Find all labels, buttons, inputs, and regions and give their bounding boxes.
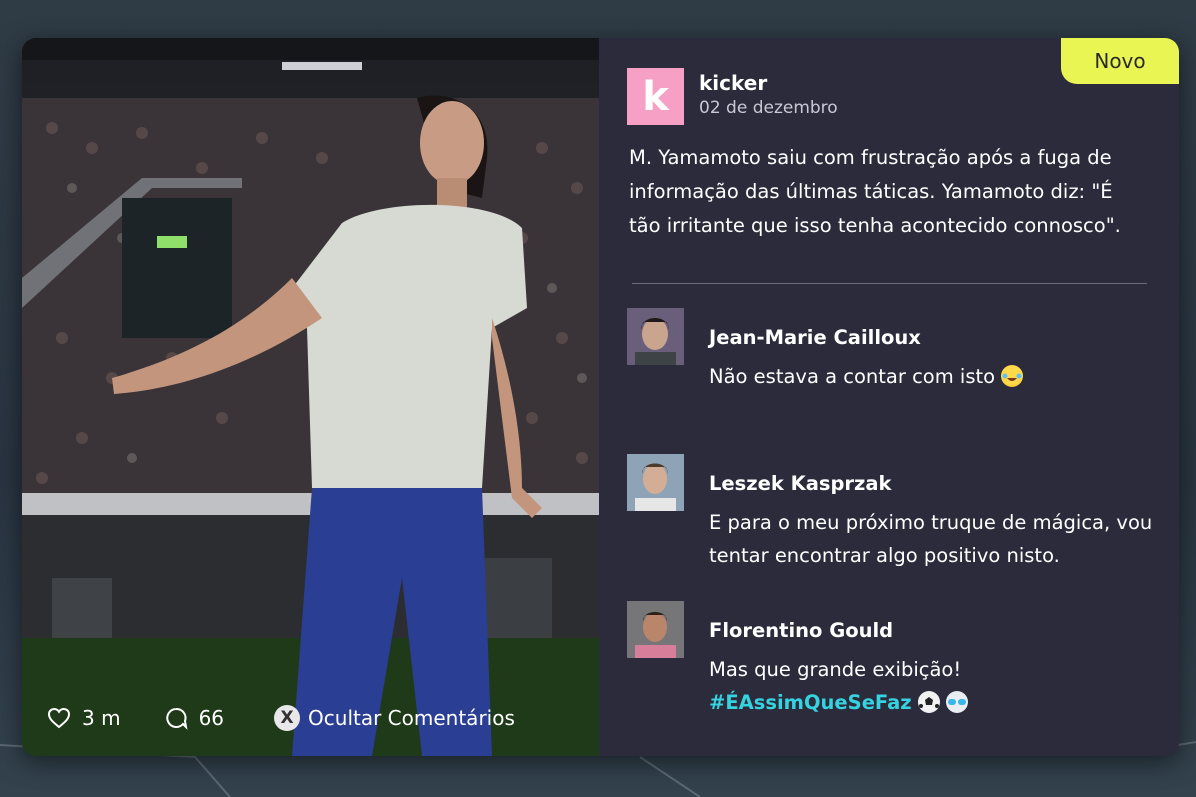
divider: [632, 283, 1147, 284]
goggles-emoji: [946, 691, 969, 713]
comments-button[interactable]: 66: [163, 706, 224, 730]
comment-body: Mas que grande exibição!: [709, 658, 962, 681]
comment-bubble-icon: [165, 708, 188, 730]
kicker-logo: k: [627, 68, 684, 125]
post-panel: Novo k kicker 02 de dezembro M. Yamamoto…: [599, 38, 1179, 756]
avatar: [627, 601, 684, 658]
avatar: [627, 454, 684, 511]
post-card: Novo k kicker 02 de dezembro M. Yamamoto…: [22, 38, 1179, 756]
x-button-icon: X: [274, 705, 301, 731]
avatar: [627, 308, 684, 365]
hashtag-link[interactable]: #ÉAssimQueSeFaz: [709, 691, 912, 714]
hide-comments-label: Ocultar Comentários: [308, 706, 515, 730]
soccer-ball-emoji: [917, 691, 940, 713]
new-badge: Novo: [1061, 38, 1179, 84]
post-date: 02 de dezembro: [699, 98, 838, 118]
comment-author: Florentino Gould: [709, 619, 894, 642]
laughing-tears-emoji: [1001, 365, 1024, 387]
likes-count: 3 m: [82, 706, 121, 730]
hide-comments-button[interactable]: X Ocultar Comentários: [274, 705, 515, 731]
comments-count: 66: [198, 706, 225, 730]
logo-letter: k: [642, 73, 669, 120]
like-button[interactable]: 3 m: [46, 706, 121, 730]
comment-body: Não estava a contar com isto: [709, 365, 996, 388]
post-footer: 3 m 66 X Ocultar Comentários: [46, 703, 557, 733]
comment-author: Leszek Kasprzak: [709, 472, 892, 495]
post-photo: [22, 38, 599, 756]
comment-text: Não estava a contar com isto: [709, 360, 1169, 393]
comment-text: E para o meu próximo truque de mágica, v…: [709, 511, 1153, 567]
heart-icon: [47, 707, 71, 729]
comment-text: Mas que grande exibição! #ÉAssimQueSeFaz: [709, 653, 1169, 719]
comment-author: Jean-Marie Cailloux: [709, 326, 921, 349]
post-text: M. Yamamoto saiu com frustração após a f…: [629, 146, 1121, 237]
post-author: kicker: [699, 71, 768, 95]
